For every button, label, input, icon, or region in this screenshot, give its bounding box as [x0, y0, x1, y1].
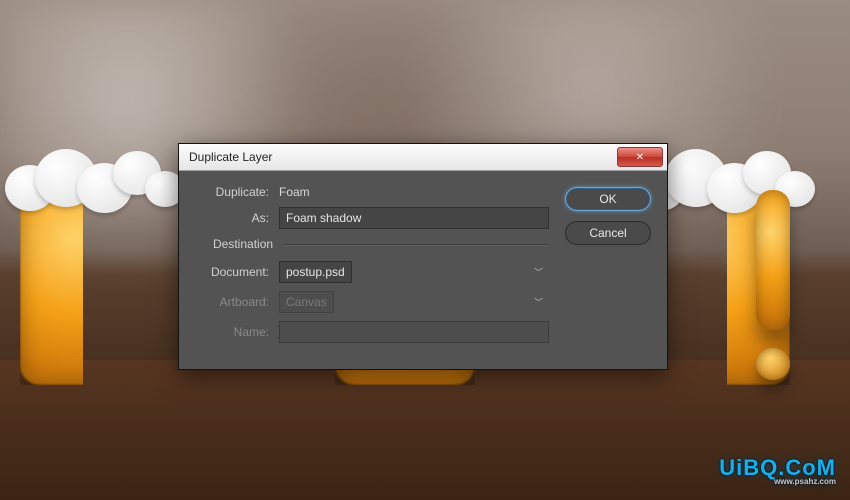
duplicate-layer-dialog: Duplicate Layer ✕ Duplicate: Foam As: De…	[178, 143, 668, 370]
close-button[interactable]: ✕	[617, 147, 663, 167]
dialog-form: Duplicate: Foam As: Destination Document…	[195, 185, 549, 351]
duplicate-value: Foam	[279, 185, 310, 199]
chevron-down-icon: ﹀	[534, 266, 543, 279]
document-label: Document:	[195, 265, 269, 279]
watermark: UiBQ.CoM www.psahz.com	[719, 455, 836, 486]
name-input	[279, 321, 549, 343]
artboard-select: Canvas	[279, 291, 334, 313]
name-label: Name:	[195, 325, 269, 339]
foam-icon	[5, 145, 175, 225]
chevron-down-icon: ﹀	[534, 296, 543, 309]
destination-label: Destination	[213, 237, 273, 251]
dialog-titlebar[interactable]: Duplicate Layer ✕	[179, 144, 667, 171]
destination-group-header: Destination	[213, 237, 549, 251]
dialog-title: Duplicate Layer	[189, 150, 272, 164]
close-icon: ✕	[636, 152, 644, 163]
ok-button[interactable]: OK	[565, 187, 651, 211]
beer-letter-exclamation	[756, 190, 790, 380]
cancel-button[interactable]: Cancel	[565, 221, 651, 245]
as-label: As:	[195, 211, 269, 225]
duplicate-label: Duplicate:	[195, 185, 269, 199]
dialog-content: Duplicate: Foam As: Destination Document…	[179, 171, 667, 369]
dialog-buttons: OK Cancel	[565, 185, 651, 351]
document-select[interactable]: postup.psd	[279, 261, 352, 283]
photoshop-canvas-scene: Duplicate Layer ✕ Duplicate: Foam As: De…	[0, 0, 850, 500]
artboard-label: Artboard:	[195, 295, 269, 309]
beer-letter-p	[20, 175, 160, 385]
as-input[interactable]	[279, 207, 549, 229]
